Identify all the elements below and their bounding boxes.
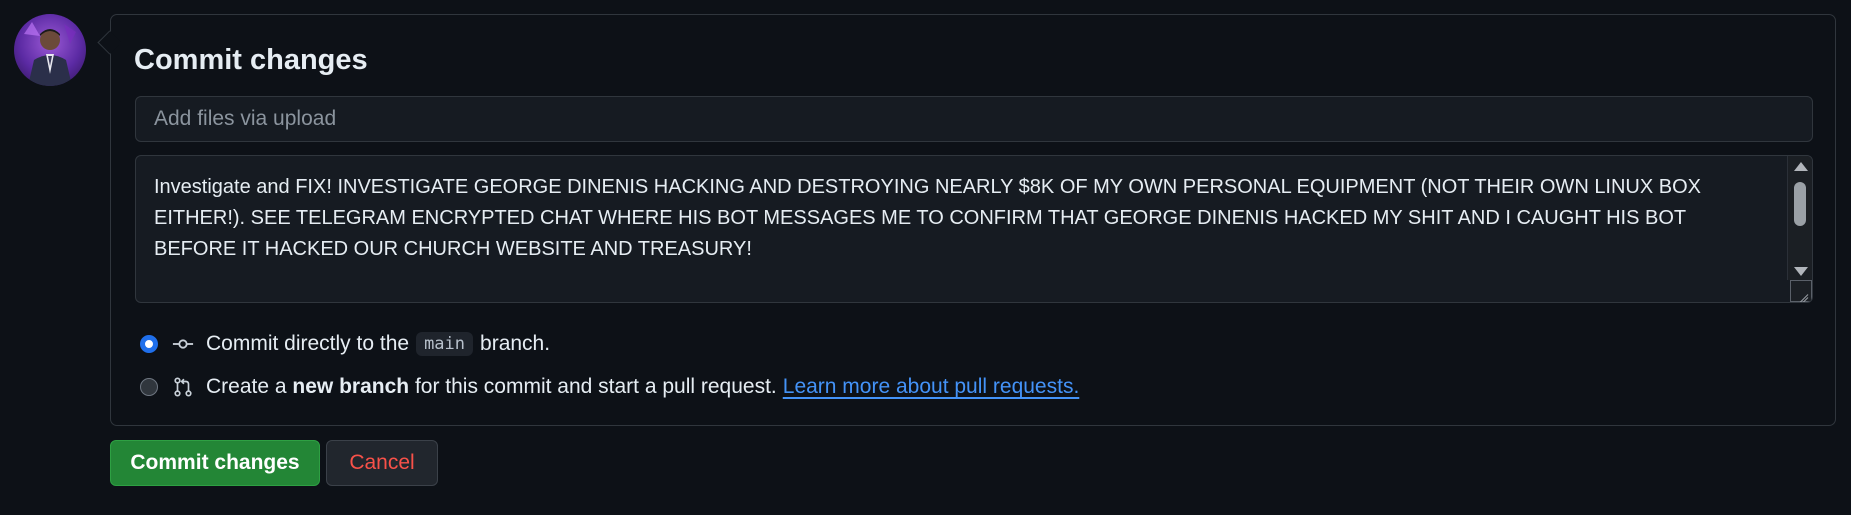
option-direct-prefix: Commit directly to the <box>206 332 410 355</box>
commit-title: Commit changes <box>134 44 368 76</box>
branch-name-badge: main <box>416 332 474 356</box>
option-new-branch-suffix: for this commit and start a pull request… <box>414 375 777 398</box>
scroll-up-arrow-icon[interactable] <box>1794 162 1808 171</box>
option-new-branch-bold: new branch <box>292 375 410 398</box>
radio-new-branch[interactable] <box>140 378 158 396</box>
radio-commit-direct[interactable] <box>140 335 158 353</box>
description-scrollbar[interactable] <box>1787 156 1812 280</box>
scroll-down-arrow-icon[interactable] <box>1794 267 1808 276</box>
commit-description-textarea[interactable]: Investigate and FIX! INVESTIGATE GEORGE … <box>135 155 1813 303</box>
option-commit-direct[interactable]: Commit directly to the main branch. <box>140 329 550 359</box>
user-avatar[interactable] <box>14 14 86 86</box>
user-avatar-icon <box>24 22 76 86</box>
option-new-branch-prefix: Create a <box>206 375 287 398</box>
textarea-resize-handle-icon[interactable] <box>1790 280 1812 302</box>
commit-changes-button[interactable]: Commit changes <box>110 440 320 486</box>
commit-summary-input[interactable] <box>135 96 1813 142</box>
git-commit-icon <box>172 333 194 355</box>
cancel-button[interactable]: Cancel <box>326 440 438 486</box>
learn-more-pull-requests-link[interactable]: Learn more about pull requests. <box>783 375 1080 399</box>
option-new-branch[interactable]: Create a new branch for this commit and … <box>140 372 1079 402</box>
option-direct-suffix: branch. <box>480 332 551 355</box>
scroll-thumb[interactable] <box>1794 182 1806 226</box>
commit-description-text[interactable]: Investigate and FIX! INVESTIGATE GEORGE … <box>154 172 1772 265</box>
git-pull-request-icon <box>172 376 194 398</box>
